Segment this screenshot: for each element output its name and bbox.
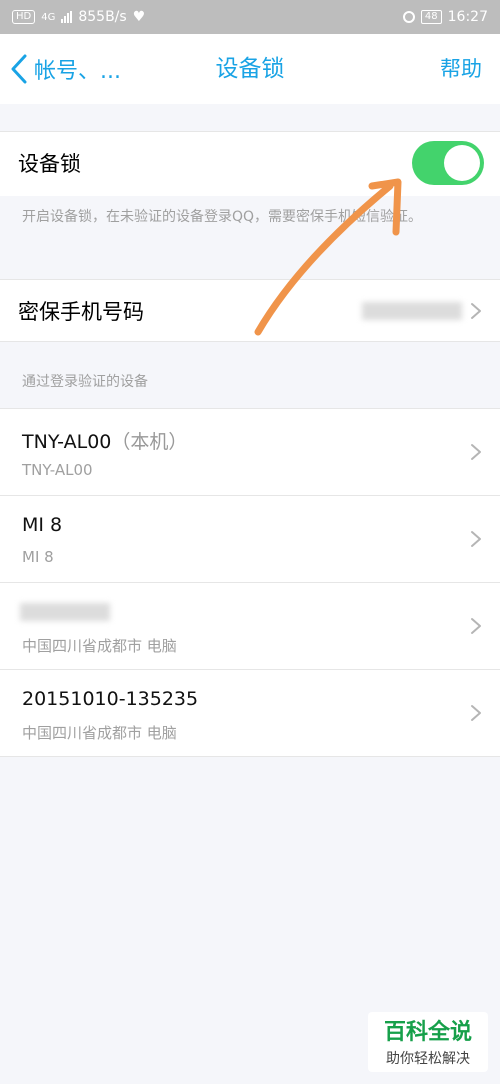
device-row[interactable]: 中国四川省成都市 电脑	[0, 583, 500, 670]
device-row[interactable]: TNY-AL00（本机） TNY-AL00	[0, 409, 500, 496]
chevron-right-icon	[471, 444, 481, 460]
watermark-sub: 助你轻松解决	[386, 1051, 470, 1067]
chevron-right-icon	[471, 618, 481, 634]
devices-section-header: 通过登录验证的设备	[22, 374, 148, 390]
current-device-tag: （本机）	[111, 431, 188, 453]
page-title: 设备锁	[215, 56, 285, 82]
heart-icon: ♥	[132, 9, 146, 25]
phone-row[interactable]: 密保手机号码	[0, 279, 500, 342]
watermark-main: 百科全说	[383, 1020, 472, 1045]
device-detail: 中国四川省成都市 电脑	[22, 637, 177, 655]
status-right: 48 16:27	[402, 9, 488, 25]
device-name-redacted	[20, 603, 110, 621]
alarm-icon	[402, 11, 415, 23]
device-name: TNY-AL00（本机）	[22, 427, 187, 454]
device-lock-label: 设备锁	[18, 152, 81, 176]
signal-icon	[61, 11, 73, 23]
device-name: 20151010-135235	[22, 688, 199, 710]
device-detail: 中国四川省成都市 电脑	[22, 724, 177, 742]
clock: 16:27	[447, 9, 488, 25]
watermark-logo: 百科全说 助你轻松解决	[368, 1012, 488, 1072]
device-lock-row: 设备锁	[0, 131, 500, 196]
phone-value-redacted	[362, 302, 462, 320]
toggle-knob	[444, 145, 480, 181]
device-lock-description: 开启设备锁，在未验证的设备登录QQ，需要密保手机短信验证。	[22, 209, 423, 225]
device-name: MI 8	[22, 514, 63, 536]
chevron-right-icon	[471, 531, 481, 547]
device-row[interactable]: 20151010-135235 中国四川省成都市 电脑	[0, 670, 500, 757]
network-speed: 855B/s	[78, 9, 127, 25]
device-name-text: TNY-AL00	[22, 431, 112, 453]
device-row[interactable]: MI 8 MI 8	[0, 496, 500, 583]
help-button[interactable]: 帮助	[440, 51, 482, 87]
device-detail: TNY-AL00	[22, 461, 93, 479]
chevron-right-icon	[471, 303, 481, 319]
hd-badge: HD	[12, 10, 36, 24]
phone-label: 密保手机号码	[18, 300, 144, 324]
device-list: TNY-AL00（本机） TNY-AL00 MI 8 MI 8 中国四川省成都市…	[0, 408, 500, 757]
status-left: HD 4G 855B/s ♥	[12, 9, 145, 25]
battery-icon: 48	[420, 10, 442, 24]
device-lock-toggle[interactable]	[412, 141, 484, 185]
chevron-right-icon	[471, 705, 481, 721]
network-type: 4G	[41, 11, 56, 23]
nav-bar: 帐号、... 设备锁 帮助	[0, 34, 500, 104]
device-detail: MI 8	[22, 548, 54, 566]
status-bar: HD 4G 855B/s ♥ 48 16:27	[0, 0, 500, 34]
